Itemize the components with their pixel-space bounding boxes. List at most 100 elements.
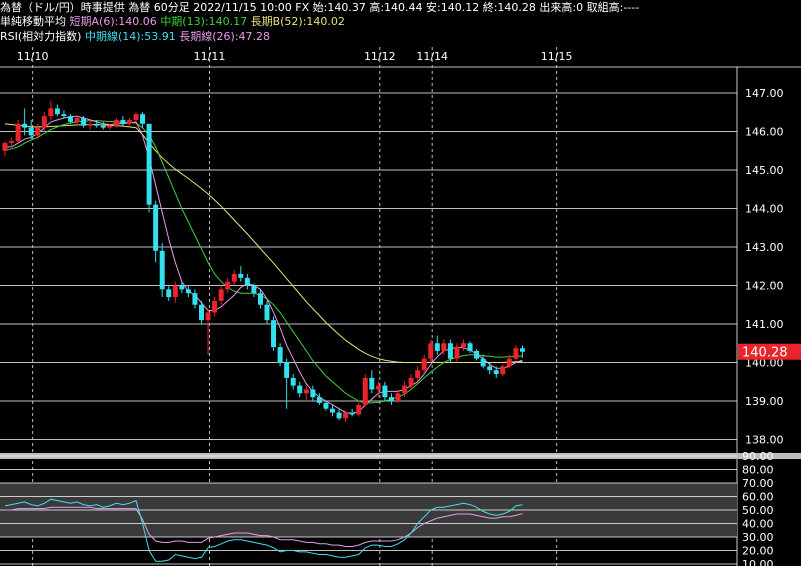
candle-body	[61, 114, 67, 117]
price-tick-label: 144.00	[745, 203, 784, 216]
candle-body	[120, 119, 126, 124]
candle-body	[310, 389, 316, 398]
price-tick-label: 147.00	[745, 87, 784, 100]
candle-body	[343, 412, 349, 419]
candle-body	[487, 366, 493, 371]
candle-body	[316, 397, 322, 403]
candle-body	[362, 377, 368, 405]
candle-body	[22, 123, 28, 128]
rsi-tick-label: 70.00	[742, 477, 774, 490]
candle-body	[284, 362, 290, 378]
rsi-tick-label: 50.00	[742, 504, 774, 517]
candle-body	[238, 273, 244, 278]
candle-body	[166, 289, 172, 298]
candle-body	[461, 343, 466, 348]
candle-body	[54, 108, 60, 115]
candle-body	[153, 204, 159, 251]
price-tick-label: 146.00	[745, 126, 784, 139]
candle-body	[506, 358, 512, 367]
rsi-panel: 90.0080.0070.0060.0050.0040.0030.0020.00…	[0, 450, 801, 566]
candle-body	[349, 412, 355, 415]
candle-body	[35, 127, 41, 136]
candle-body	[421, 358, 427, 371]
rsi-tick-label: 80.00	[742, 464, 774, 477]
candle-body	[467, 343, 473, 351]
candle-body	[172, 285, 178, 298]
candle-body	[480, 358, 486, 367]
candle-body	[297, 385, 303, 394]
date-label: 11/11	[194, 50, 226, 63]
candle-body	[500, 366, 506, 375]
price-tick-label: 143.00	[745, 241, 784, 254]
candle-body	[395, 393, 401, 401]
candle-body	[251, 285, 257, 294]
candle-body	[428, 343, 434, 359]
candle-body	[290, 377, 296, 386]
moving-averages	[4, 115, 523, 414]
candle-body	[107, 125, 113, 128]
candle-body	[133, 114, 139, 120]
ma-mid-line	[4, 120, 523, 404]
candle-body	[277, 347, 283, 363]
candle-body	[382, 385, 388, 398]
date-label: 11/10	[17, 50, 49, 63]
candle-body	[356, 404, 362, 415]
price-tick-label: 138.00	[745, 434, 784, 447]
candle-body	[231, 273, 237, 282]
candle-body	[113, 119, 119, 126]
candle-body	[94, 123, 100, 126]
candle-body	[434, 343, 440, 351]
last-price-label: 140.28	[742, 346, 788, 361]
candle-body	[179, 285, 185, 290]
candle-body	[513, 348, 519, 359]
rsi-tick-label: 60.00	[742, 491, 774, 504]
candle-body	[68, 116, 73, 122]
candle-body	[388, 397, 394, 401]
candle-body	[126, 119, 132, 124]
candle-body	[330, 408, 335, 413]
date-label: 11/14	[416, 50, 448, 63]
price-tick-label: 139.00	[745, 395, 784, 408]
candle-body	[146, 123, 152, 205]
rsi-tick-label: 20.00	[742, 545, 774, 558]
ma-short-line	[5, 115, 523, 414]
rsi-tick-label: 90.00	[742, 450, 774, 463]
candle-body	[369, 377, 375, 390]
candle-body	[41, 116, 47, 128]
candle-body	[474, 350, 480, 359]
candle-body	[159, 250, 165, 290]
candle-body	[323, 402, 329, 409]
candle-body	[28, 127, 34, 136]
candle-body	[205, 312, 211, 321]
candlestick-chart[interactable]: 11/10 11/11 11/12 11/14 11/15 147.00146.0014…	[0, 0, 801, 566]
price-tick-label: 141.00	[745, 318, 784, 331]
candle-body	[447, 343, 453, 359]
candle-body	[244, 277, 250, 286]
date-label: 11/12	[364, 50, 396, 63]
candle-body	[441, 343, 447, 351]
candle-body	[87, 123, 93, 126]
candle-body	[212, 300, 218, 313]
candle-body	[493, 370, 499, 375]
price-tick-label: 145.00	[745, 164, 784, 177]
candle-body	[271, 320, 277, 348]
candle-body	[336, 412, 342, 419]
candle-body	[454, 347, 460, 359]
rsi-tick-label: 40.00	[742, 518, 774, 531]
candle-body	[303, 389, 309, 394]
candle-body	[519, 348, 525, 352]
candle-body	[15, 123, 21, 142]
candle-body	[100, 125, 106, 128]
ma-long-line	[4, 123, 523, 363]
candle-body	[375, 385, 381, 390]
price-axis: 147.00 146.00 145.00 144.00 143.00 142.00 141.…	[738, 87, 801, 447]
rsi-tick-label: 30.00	[742, 531, 774, 544]
candle-body	[264, 304, 270, 321]
candle-body	[199, 304, 204, 321]
rsi-tick-label: 10.00	[742, 558, 774, 566]
candle-body	[140, 114, 146, 124]
candle-body	[257, 293, 263, 305]
candle-body	[2, 143, 8, 151]
candles	[2, 100, 525, 423]
candle-body	[74, 118, 80, 122]
